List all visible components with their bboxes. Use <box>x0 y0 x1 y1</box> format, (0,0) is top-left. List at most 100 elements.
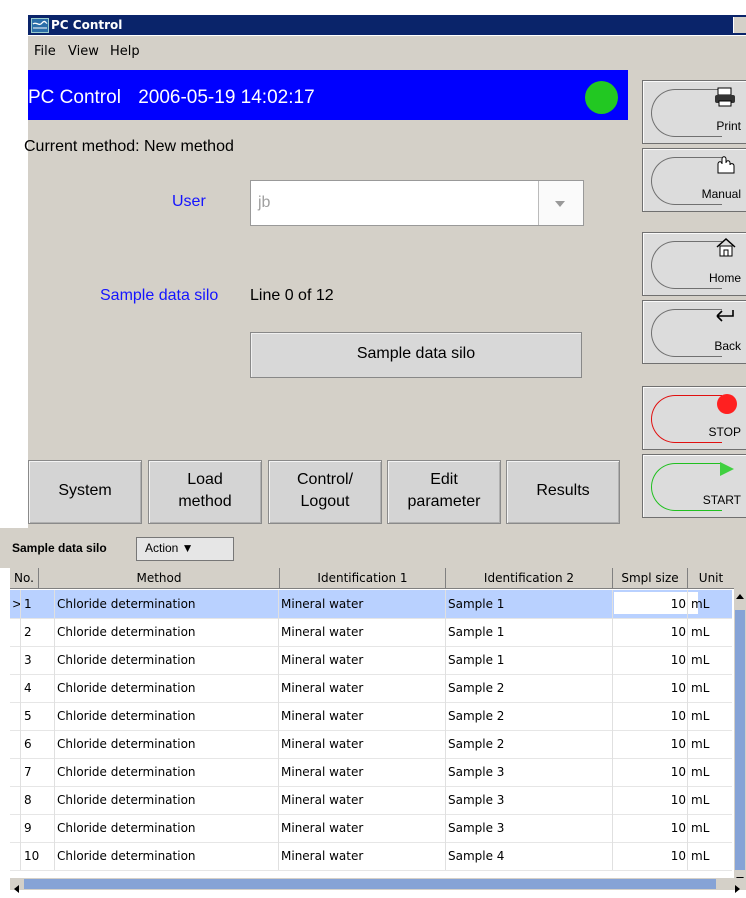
cell-method: Chloride determination <box>57 597 196 611</box>
cell-identification-2: Sample 3 <box>448 793 505 807</box>
column-divider <box>612 590 613 618</box>
column-divider <box>687 842 688 870</box>
table-row[interactable]: >1 Chloride determination Mineral water Sam… <box>10 590 732 619</box>
cell-identification-1: Mineral water <box>281 625 364 639</box>
cell-no: 9 <box>24 821 32 835</box>
menu-bar: File View Help <box>28 36 746 68</box>
menu-view[interactable]: View <box>68 44 99 59</box>
scroll-left-button[interactable] <box>12 879 22 898</box>
table-row[interactable]: 8 Chloride determination Mineral water Samp… <box>10 786 732 815</box>
column-divider <box>687 814 688 842</box>
vertical-scrollbar[interactable] <box>734 588 746 888</box>
cell-no: 1 <box>24 597 32 611</box>
cell-identification-1: Mineral water <box>281 653 364 667</box>
manual-label: Manual <box>701 187 741 201</box>
cell-method: Chloride determination <box>57 793 196 807</box>
table-row[interactable]: 2 Chloride determination Mineral water Samp… <box>10 618 732 647</box>
table-row[interactable]: 5 Chloride determination Mineral water Samp… <box>10 702 732 731</box>
column-divider <box>20 814 21 842</box>
column-divider <box>612 674 613 702</box>
cell-identification-1: Mineral water <box>281 849 364 863</box>
column-divider <box>612 786 613 814</box>
cell-identification-2: Sample 3 <box>448 765 505 779</box>
cell-no: 10 <box>24 849 40 863</box>
manual-button[interactable]: Manual <box>642 148 746 212</box>
control-logout-label-2: Logout <box>300 493 350 510</box>
column-divider <box>20 702 21 730</box>
system-button[interactable]: System <box>28 460 142 524</box>
scroll-up-button[interactable] <box>734 588 746 606</box>
load-method-label-1: Load <box>187 471 223 488</box>
print-button[interactable]: Print <box>642 80 746 144</box>
table-row[interactable]: 10 Chloride determination Mineral water Sam… <box>10 842 732 871</box>
column-divider <box>612 646 613 674</box>
cell-identification-2: Sample 2 <box>448 709 505 723</box>
results-button[interactable]: Results <box>506 460 620 524</box>
action-menu-button[interactable]: Action ▼ <box>136 537 234 561</box>
cell-no: 5 <box>24 709 32 723</box>
user-dropdown-button[interactable] <box>538 181 583 225</box>
cell-method: Chloride determination <box>57 653 196 667</box>
col-identification-2[interactable]: Identification 2 <box>446 568 613 588</box>
column-divider <box>54 842 55 870</box>
cell-identification-2: Sample 4 <box>448 849 505 863</box>
table-row[interactable]: 4 Chloride determination Mineral water Samp… <box>10 674 732 703</box>
control-logout-button[interactable]: Control/ Logout <box>268 460 382 524</box>
silo-label: Sample data silo <box>100 287 219 304</box>
table-row[interactable]: 7 Chloride determination Mineral water Samp… <box>10 758 732 787</box>
cell-method: Chloride determination <box>57 681 196 695</box>
home-icon <box>715 237 737 261</box>
column-divider <box>278 786 279 814</box>
column-divider <box>612 618 613 646</box>
column-divider <box>612 814 613 842</box>
cell-sample-size: 10 <box>670 681 686 695</box>
cell-method: Chloride determination <box>57 821 196 835</box>
start-button[interactable]: START <box>642 454 746 518</box>
column-divider <box>687 674 688 702</box>
cell-sample-size: 10 <box>670 793 686 807</box>
sample-data-silo-button[interactable]: Sample data silo <box>250 332 582 378</box>
menu-help[interactable]: Help <box>110 44 140 59</box>
home-button[interactable]: Home <box>642 232 746 296</box>
cell-no: 8 <box>24 793 32 807</box>
chevron-down-icon <box>555 201 565 207</box>
column-divider <box>687 618 688 646</box>
column-divider <box>278 814 279 842</box>
col-identification-1[interactable]: Identification 1 <box>280 568 446 588</box>
stop-button[interactable]: STOP <box>642 386 746 450</box>
minimize-button[interactable] <box>733 17 746 33</box>
edit-parameter-button[interactable]: Edit parameter <box>387 460 501 524</box>
cell-unit: mL <box>691 849 710 863</box>
scroll-thumb[interactable] <box>735 610 745 870</box>
load-method-button[interactable]: Load method <box>148 460 262 524</box>
column-divider <box>54 730 55 758</box>
menu-file[interactable]: File <box>34 44 56 59</box>
column-divider <box>445 702 446 730</box>
home-label: Home <box>708 271 741 285</box>
column-divider <box>445 814 446 842</box>
button-arc <box>651 89 722 137</box>
scroll-right-button[interactable] <box>732 879 742 898</box>
col-method[interactable]: Method <box>39 568 280 588</box>
cell-unit: mL <box>691 765 710 779</box>
header-text: PC Control 2006-05-19 14:02:17 <box>25 87 315 109</box>
table-header: No. Method Identification 1 Identificati… <box>10 568 746 589</box>
table-row[interactable]: 9 Chloride determination Mineral water Samp… <box>10 814 732 843</box>
horizontal-scroll-thumb[interactable] <box>24 879 716 889</box>
column-divider <box>54 674 55 702</box>
table-row[interactable]: 6 Chloride determination Mineral water Samp… <box>10 730 732 759</box>
cell-identification-2: Sample 3 <box>448 821 505 835</box>
back-button[interactable]: Back <box>642 300 746 364</box>
cell-no: 2 <box>24 625 32 639</box>
horizontal-scrollbar[interactable] <box>10 878 746 893</box>
cell-unit: mL <box>691 793 710 807</box>
print-label: Print <box>716 119 741 133</box>
col-unit[interactable]: Unit <box>688 568 734 588</box>
column-divider <box>687 758 688 786</box>
column-divider <box>445 646 446 674</box>
user-select[interactable]: jb <box>250 180 584 226</box>
button-arc <box>651 309 722 357</box>
table-row[interactable]: 3 Chloride determination Mineral water Samp… <box>10 646 732 675</box>
col-no[interactable]: No. <box>10 568 39 588</box>
col-sample-size[interactable]: Smpl size <box>613 568 688 588</box>
